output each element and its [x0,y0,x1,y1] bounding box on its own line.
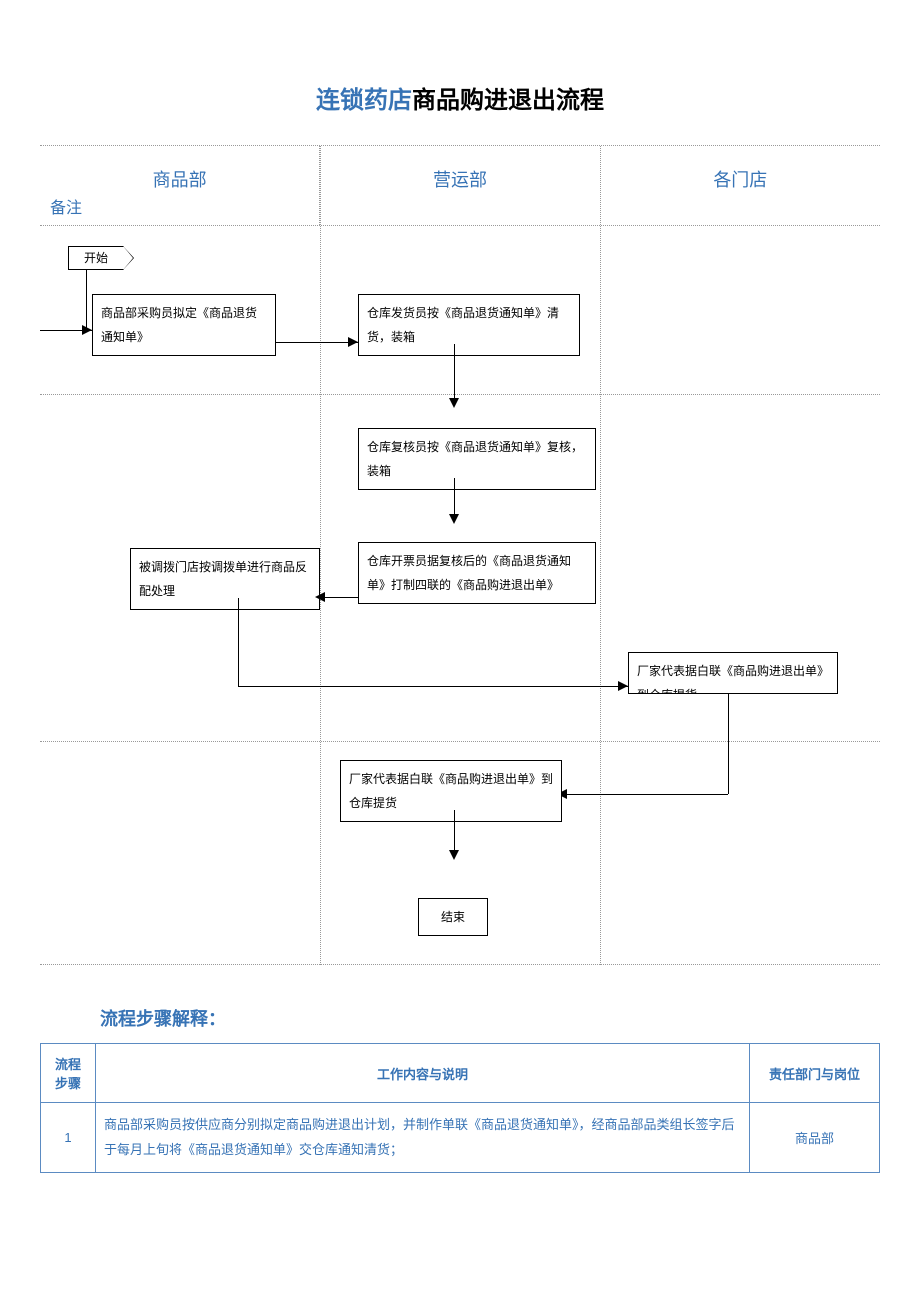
connector [562,794,728,795]
connector [276,342,358,343]
connector [320,597,358,598]
node-start: 开始 [68,246,124,270]
th-resp: 责任部门与岗位 [750,1044,880,1103]
node-start-label: 开始 [84,251,108,265]
row-divider [40,394,880,395]
node-end: 结束 [418,898,488,936]
connector [238,686,628,687]
th-desc: 工作内容与说明 [96,1044,750,1103]
cell-step: 1 [41,1103,96,1173]
lane-header-3: 各门店 [601,146,880,225]
row-divider [40,964,880,965]
th-step: 流程步骤 [41,1044,96,1103]
row-divider [40,741,880,742]
cell-resp: 商品部 [750,1103,880,1173]
lane-header-1: 商品部 [40,146,320,225]
page-title: 连锁药店商品购进退出流程 [40,80,880,115]
node-a2: 被调拨门店按调拨单进行商品反配处理 [130,548,320,610]
arrow-icon [618,681,628,691]
node-b1: 仓库发货员按《商品退货通知单》清货，装箱 [358,294,580,356]
node-b2: 仓库复核员按《商品退货通知单》复核，装箱 [358,428,596,490]
node-a1: 商品部采购员拟定《商品退货通知单》 [92,294,276,356]
node-b3: 仓库开票员据复核后的《商品退货通知单》打制四联的《商品购进退出单》 [358,542,596,604]
arrow-icon [82,325,92,335]
connector [728,694,729,794]
arrow-icon [449,514,459,524]
connector [86,270,87,330]
lane-header-2: 营运部 [320,146,600,225]
section-title: 流程步骤解释： [100,1005,880,1031]
arrow-icon [315,592,325,602]
node-b4: 厂家代表据白联《商品购进退出单》到仓库提货 [340,760,562,822]
swimlane-container: 商品部 营运部 各门店 备注 开始 商品部采购员拟定《商品退货通知单》 仓库发货… [40,145,880,965]
note-label: 备注 [50,194,82,218]
lane-divider [600,146,601,965]
lane-headers: 商品部 营运部 各门店 [40,146,880,226]
title-black: 商品购进退出流程 [412,87,604,114]
title-blue-left: 连锁药店 [316,87,412,114]
connector [238,598,239,686]
lane-divider [320,146,321,965]
table-row: 1 商品部采购员按供应商分别拟定商品购进退出计划，并制作单联《商品退货通知单》，… [41,1103,880,1173]
arrow-icon [348,337,358,347]
connector [454,344,455,406]
cell-desc: 商品部采购员按供应商分别拟定商品购进退出计划，并制作单联《商品退货通知单》，经商… [96,1103,750,1173]
arrow-icon [449,850,459,860]
steps-table: 流程步骤 工作内容与说明 责任部门与岗位 1 商品部采购员按供应商分别拟定商品购… [40,1043,880,1173]
arrow-icon [449,398,459,408]
node-c1: 厂家代表据白联《商品购进退出单》到仓库提货 [628,652,838,694]
